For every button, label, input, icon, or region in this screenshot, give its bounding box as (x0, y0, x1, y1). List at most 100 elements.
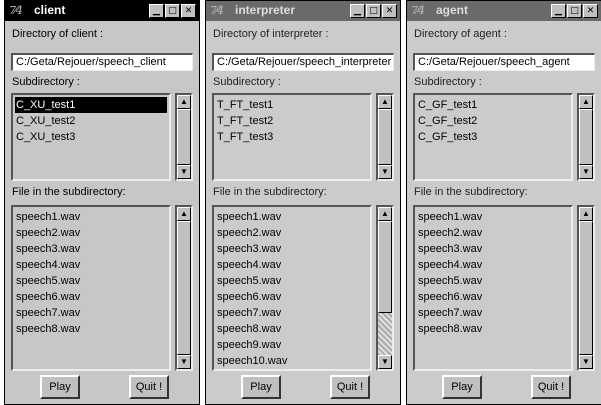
maximize-icon[interactable]: □ (366, 4, 381, 18)
directory-label: Directory of interpreter : (213, 28, 329, 40)
close-icon[interactable]: ✕ (382, 4, 397, 18)
close-icon[interactable]: ✕ (181, 4, 196, 18)
list-item[interactable]: speech7.wav (15, 305, 167, 321)
list-item[interactable]: C_GF_test1 (417, 97, 569, 113)
list-item[interactable]: speech8.wav (216, 321, 368, 337)
subdirectory-listbox[interactable]: C_XU_test1 C_XU_test2 C_XU_test3 (11, 93, 171, 181)
scroll-down-icon[interactable]: ▼ (177, 355, 191, 369)
directory-label: Directory of agent : (414, 28, 507, 40)
minimize-icon[interactable]: ▁ (350, 4, 365, 18)
list-item[interactable]: speech3.wav (417, 241, 569, 257)
scroll-up-icon[interactable]: ▲ (378, 207, 392, 221)
directory-input[interactable]: C:/Geta/Rejouer/speech_agent (413, 53, 595, 71)
list-item[interactable]: speech5.wav (216, 273, 368, 289)
list-item[interactable]: speech4.wav (216, 257, 368, 273)
files-label: File in the subdirectory: (12, 186, 126, 198)
agent-titlebar[interactable]: 7⁄4 agent ▁ □ ✕ (407, 1, 601, 21)
subdirectory-scrollbar[interactable]: ▲ ▼ (175, 93, 193, 181)
list-item[interactable]: speech6.wav (15, 289, 167, 305)
directory-input[interactable]: C:/Geta/Rejouer/speech_client (11, 53, 193, 71)
scroll-up-icon[interactable]: ▲ (177, 95, 191, 109)
list-item[interactable]: speech1.wav (15, 209, 167, 225)
subdirectory-listbox[interactable]: T_FT_test1 T_FT_test2 T_FT_test3 (212, 93, 372, 181)
play-button[interactable]: Play (442, 375, 482, 399)
window-title: client (34, 3, 66, 17)
scroll-down-icon[interactable]: ▼ (378, 355, 392, 369)
quit-button[interactable]: Quit ! (330, 375, 370, 399)
tk-app-icon[interactable]: 7⁄4 (210, 4, 224, 17)
maximize-icon[interactable]: □ (567, 4, 582, 18)
scroll-thumb[interactable] (378, 221, 392, 313)
list-item[interactable]: speech2.wav (417, 225, 569, 241)
list-item[interactable]: T_FT_test3 (216, 129, 368, 145)
scroll-thumb[interactable] (579, 109, 593, 165)
client-titlebar[interactable]: 7⁄4 client ▁ □ ✕ (5, 1, 199, 21)
list-item[interactable]: speech3.wav (15, 241, 167, 257)
scroll-thumb[interactable] (579, 221, 593, 355)
files-scrollbar[interactable]: ▲ ▼ (577, 205, 595, 371)
scroll-down-icon[interactable]: ▼ (378, 165, 392, 179)
maximize-icon[interactable]: □ (165, 4, 180, 18)
scroll-up-icon[interactable]: ▲ (579, 95, 593, 109)
list-item[interactable]: speech9.wav (216, 337, 368, 353)
files-scrollbar[interactable]: ▲ ▼ (376, 205, 394, 371)
scroll-thumb[interactable] (177, 109, 191, 165)
tk-app-icon[interactable]: 7⁄4 (9, 4, 23, 17)
list-item[interactable]: speech6.wav (216, 289, 368, 305)
tk-app-icon[interactable]: 7⁄4 (411, 4, 425, 17)
files-label: File in the subdirectory: (414, 186, 528, 198)
list-item[interactable]: C_XU_test1 (15, 97, 167, 113)
interpreter-titlebar[interactable]: 7⁄4 interpreter ▁ □ ✕ (206, 1, 400, 21)
files-listbox[interactable]: speech1.wav speech2.wav speech3.wav spee… (212, 205, 372, 371)
list-item[interactable]: C_GF_test2 (417, 113, 569, 129)
list-item[interactable]: speech3.wav (216, 241, 368, 257)
scroll-down-icon[interactable]: ▼ (579, 165, 593, 179)
scroll-up-icon[interactable]: ▲ (378, 95, 392, 109)
files-listbox[interactable]: speech1.wav speech2.wav speech3.wav spee… (413, 205, 573, 371)
directory-input[interactable]: C:/Geta/Rejouer/speech_interpreter (212, 53, 394, 71)
list-item[interactable]: T_FT_test2 (216, 113, 368, 129)
files-scrollbar[interactable]: ▲ ▼ (175, 205, 193, 371)
list-item[interactable]: speech6.wav (417, 289, 569, 305)
quit-button[interactable]: Quit ! (129, 375, 169, 399)
list-item[interactable]: C_XU_test3 (15, 129, 167, 145)
list-item[interactable]: speech10.wav (216, 353, 368, 369)
list-item[interactable]: speech1.wav (216, 209, 368, 225)
scroll-trough[interactable] (378, 313, 392, 355)
play-button[interactable]: Play (40, 375, 80, 399)
scroll-thumb[interactable] (378, 109, 392, 165)
list-item[interactable]: speech8.wav (15, 321, 167, 337)
play-button[interactable]: Play (241, 375, 281, 399)
subdirectory-scrollbar[interactable]: ▲ ▼ (376, 93, 394, 181)
list-item[interactable]: speech7.wav (216, 305, 368, 321)
list-item[interactable]: speech5.wav (417, 273, 569, 289)
list-item[interactable]: speech4.wav (417, 257, 569, 273)
minimize-icon[interactable]: ▁ (551, 4, 566, 18)
list-item[interactable]: speech4.wav (15, 257, 167, 273)
list-item[interactable]: speech2.wav (15, 225, 167, 241)
minimize-icon[interactable]: ▁ (149, 4, 164, 18)
list-item[interactable]: speech1.wav (417, 209, 569, 225)
list-item[interactable]: C_XU_test2 (15, 113, 167, 129)
list-item[interactable]: speech5.wav (15, 273, 167, 289)
close-icon[interactable]: ✕ (583, 4, 598, 18)
scroll-thumb[interactable] (177, 221, 191, 355)
list-item[interactable]: C_GF_test3 (417, 129, 569, 145)
client-window: 7⁄4 client ▁ □ ✕ Directory of client : C… (4, 0, 200, 405)
window-title: interpreter (235, 3, 296, 17)
subdirectory-label: Subdirectory : (213, 76, 281, 88)
subdirectory-listbox[interactable]: C_GF_test1 C_GF_test2 C_GF_test3 (413, 93, 573, 181)
list-item[interactable]: speech7.wav (417, 305, 569, 321)
scroll-down-icon[interactable]: ▼ (579, 355, 593, 369)
quit-button[interactable]: Quit ! (531, 375, 571, 399)
subdirectory-label: Subdirectory : (12, 76, 80, 88)
scroll-down-icon[interactable]: ▼ (177, 165, 191, 179)
scroll-up-icon[interactable]: ▲ (177, 207, 191, 221)
window-title: agent (436, 3, 469, 17)
subdirectory-scrollbar[interactable]: ▲ ▼ (577, 93, 595, 181)
list-item[interactable]: T_FT_test1 (216, 97, 368, 113)
list-item[interactable]: speech2.wav (216, 225, 368, 241)
list-item[interactable]: speech8.wav (417, 321, 569, 337)
files-listbox[interactable]: speech1.wav speech2.wav speech3.wav spee… (11, 205, 171, 371)
scroll-up-icon[interactable]: ▲ (579, 207, 593, 221)
